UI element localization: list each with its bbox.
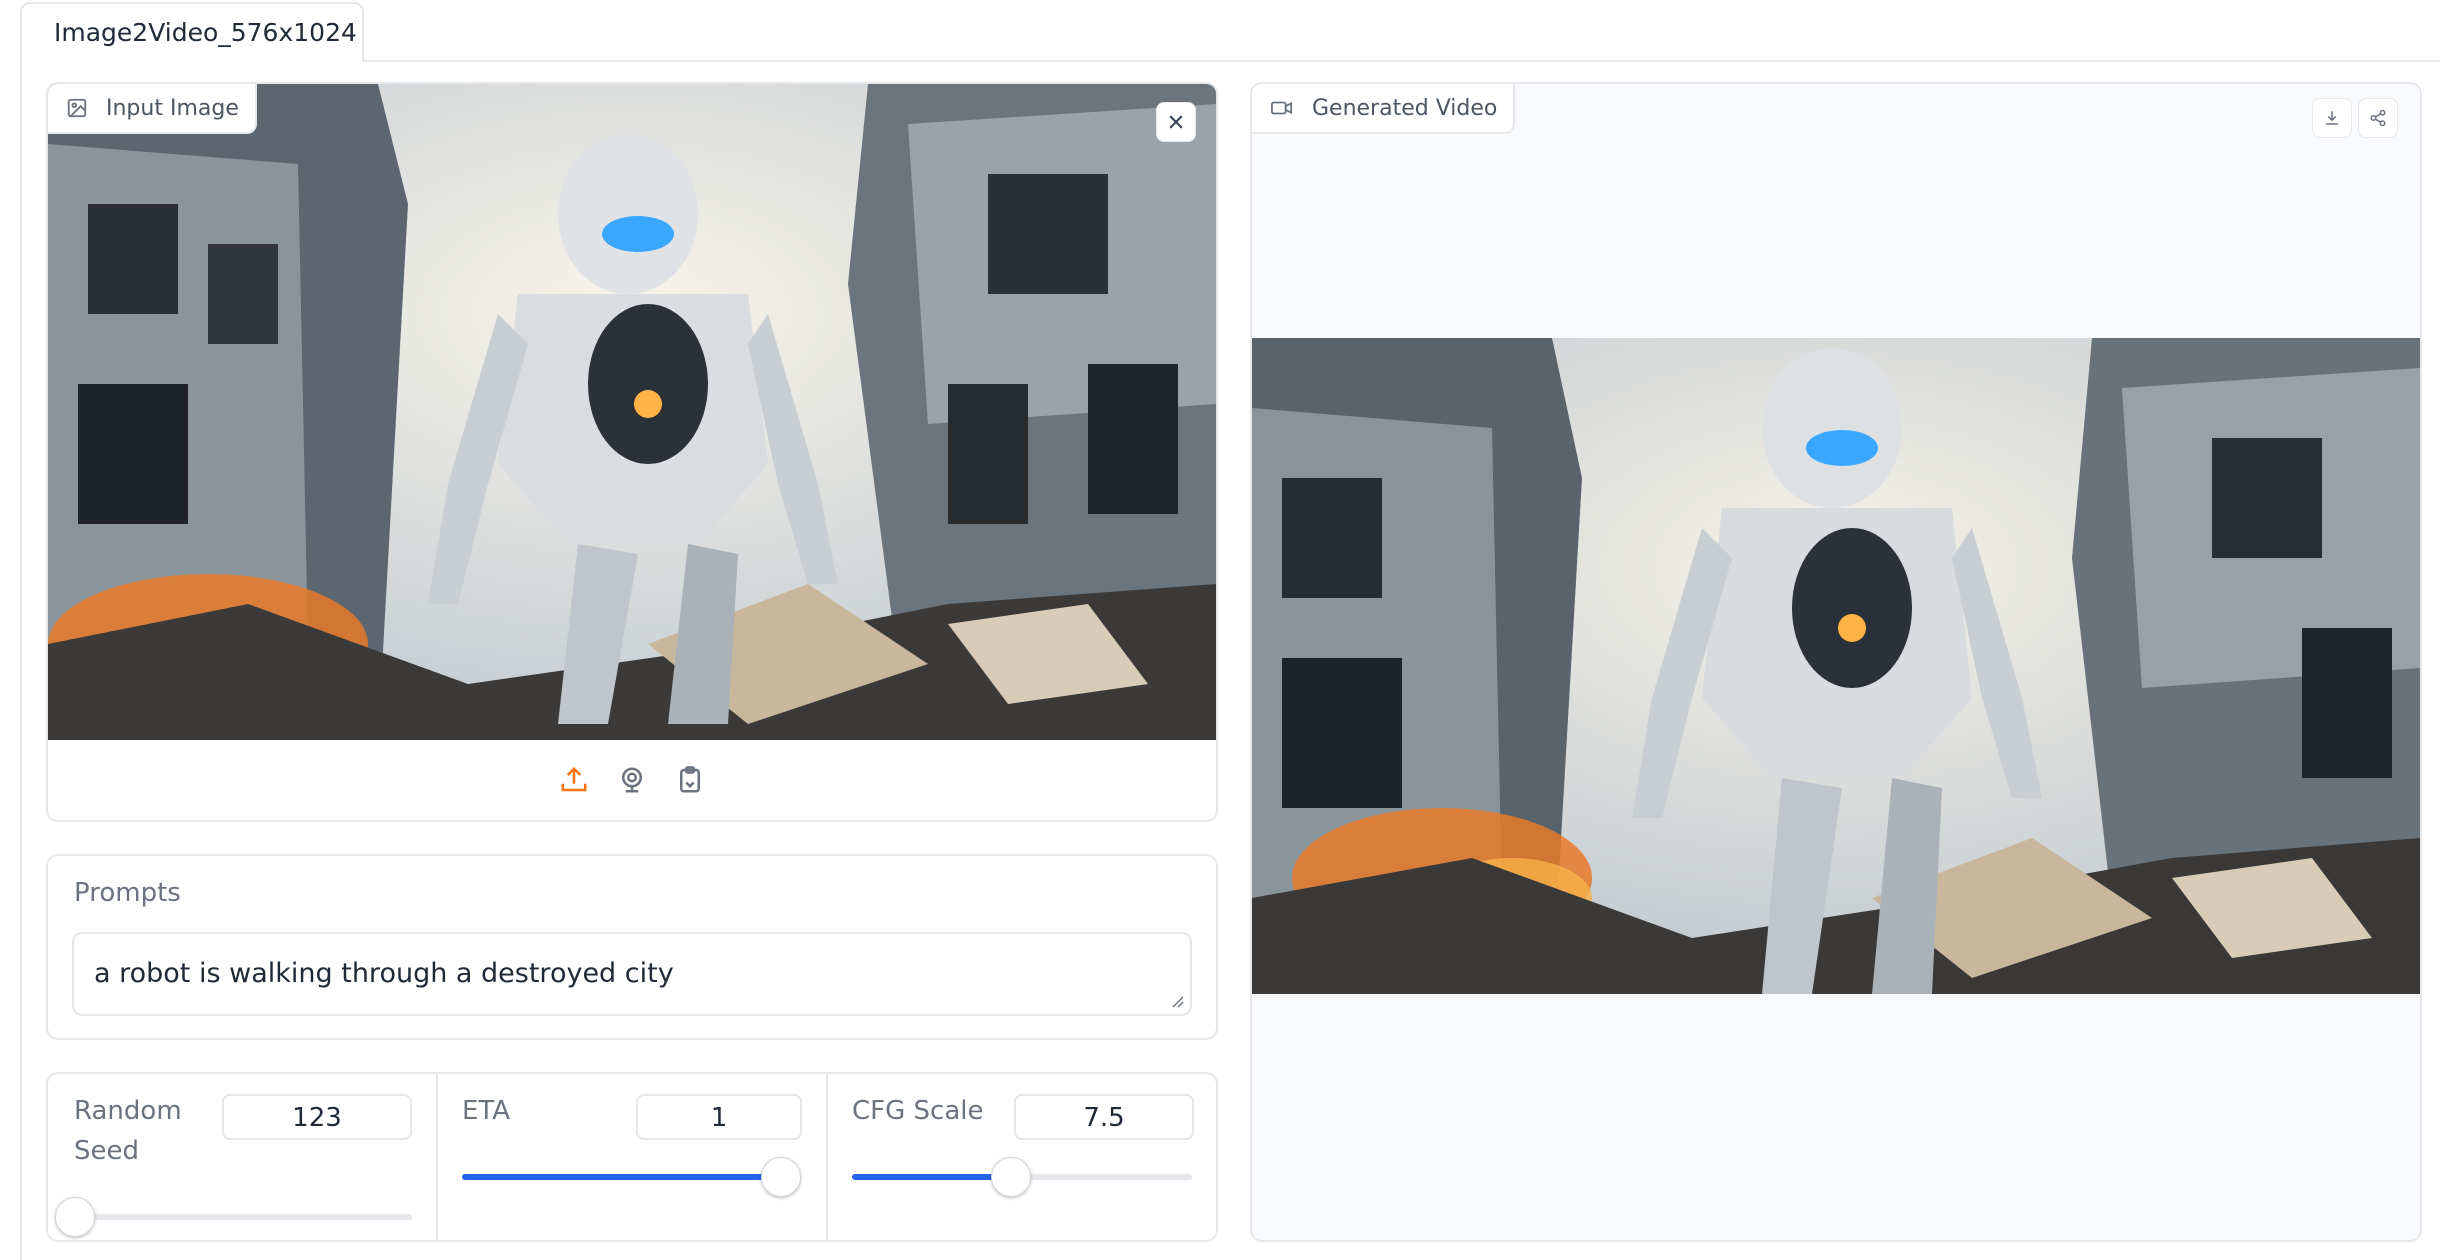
seed-slider[interactable] [55, 1197, 412, 1237]
clipboard-icon [675, 765, 705, 795]
cfg-label: CFG Scale [852, 1096, 984, 1126]
input-image-label-text: Input Image [106, 95, 239, 121]
prompts-panel: Prompts a robot is walking through a des… [46, 854, 1218, 1040]
seed-label-line2: Seed [74, 1136, 139, 1166]
upload-button[interactable] [556, 762, 592, 798]
generated-video-label-text: Generated Video [1312, 95, 1498, 121]
divider [436, 1074, 438, 1240]
tab-image2video[interactable]: Image2Video_576x1024 [20, 2, 364, 62]
video-camera-icon [1270, 97, 1294, 119]
seed-label-line1: Random [74, 1096, 182, 1126]
input-image-label: Input Image [48, 84, 257, 134]
divider [826, 1074, 828, 1240]
input-image[interactable] [48, 84, 1216, 740]
download-icon [2323, 109, 2341, 127]
eta-slider-fill [462, 1174, 780, 1180]
seed-number-input[interactable]: 123 [222, 1094, 412, 1140]
cfg-slider[interactable] [852, 1157, 1192, 1197]
seed-slider-thumb[interactable] [55, 1197, 95, 1237]
clear-image-button[interactable] [1156, 102, 1196, 142]
image-icon [66, 97, 88, 119]
cfg-slider-fill [852, 1174, 1010, 1180]
generated-video-player[interactable] [1252, 338, 2420, 994]
cfg-number-input[interactable]: 7.5 [1014, 1094, 1194, 1140]
generated-video-panel: Generated Video [1250, 82, 2422, 1242]
eta-number-input[interactable]: 1 [636, 1094, 802, 1140]
share-button[interactable] [2358, 98, 2398, 138]
upload-icon [559, 765, 589, 795]
input-image-panel: Input Image [46, 82, 1218, 822]
parameters-panel: Random Seed 123 ETA 1 CFG Scale 7.5 [46, 1072, 1218, 1242]
prompt-input[interactable]: a robot is walking through a destroyed c… [72, 932, 1192, 1016]
eta-label: ETA [462, 1096, 511, 1126]
eta-slider[interactable] [462, 1157, 801, 1197]
webcam-button[interactable] [614, 762, 650, 798]
generated-video-label: Generated Video [1252, 84, 1516, 134]
prompt-text: a robot is walking through a destroyed c… [94, 958, 674, 989]
prompts-label: Prompts [74, 878, 181, 908]
close-icon [1166, 112, 1186, 132]
cfg-slider-thumb[interactable] [991, 1157, 1031, 1197]
paste-clipboard-button[interactable] [672, 762, 708, 798]
eta-slider-thumb[interactable] [761, 1157, 801, 1197]
resize-grip-icon[interactable] [1168, 992, 1184, 1008]
webcam-icon [617, 765, 647, 795]
share-icon [2369, 109, 2387, 127]
download-button[interactable] [2312, 98, 2352, 138]
image-source-toolbar [48, 740, 1216, 820]
